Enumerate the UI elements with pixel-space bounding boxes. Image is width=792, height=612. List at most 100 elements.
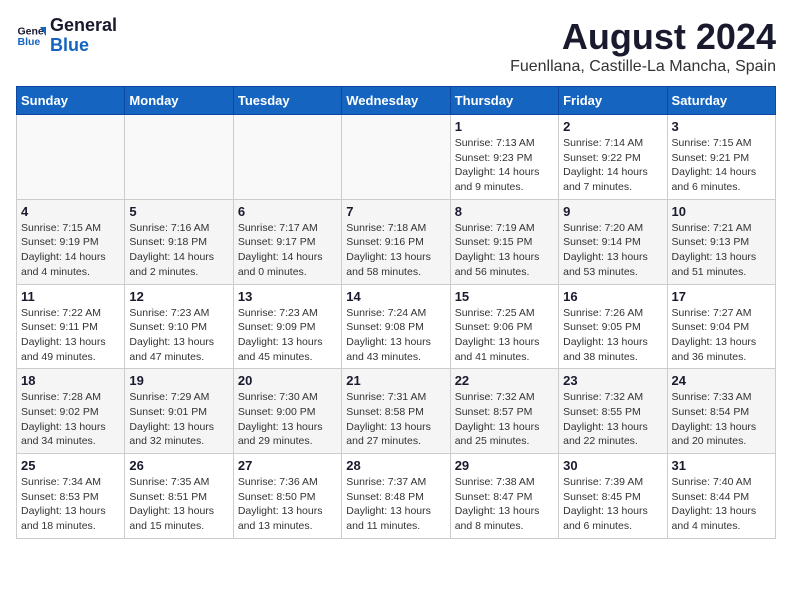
calendar: SundayMondayTuesdayWednesdayThursdayFrid…	[16, 86, 776, 539]
day-info: Sunrise: 7:38 AM Sunset: 8:47 PM Dayligh…	[455, 475, 554, 534]
day-info: Sunrise: 7:28 AM Sunset: 9:02 PM Dayligh…	[21, 390, 120, 449]
day-number: 28	[346, 458, 445, 473]
day-number: 15	[455, 289, 554, 304]
calendar-cell: 9Sunrise: 7:20 AM Sunset: 9:14 PM Daylig…	[559, 199, 667, 284]
calendar-cell	[342, 115, 450, 200]
calendar-cell: 7Sunrise: 7:18 AM Sunset: 9:16 PM Daylig…	[342, 199, 450, 284]
calendar-cell: 6Sunrise: 7:17 AM Sunset: 9:17 PM Daylig…	[233, 199, 341, 284]
day-info: Sunrise: 7:31 AM Sunset: 8:58 PM Dayligh…	[346, 390, 445, 449]
day-info: Sunrise: 7:19 AM Sunset: 9:15 PM Dayligh…	[455, 221, 554, 280]
month-year: August 2024	[510, 16, 776, 58]
day-number: 2	[563, 119, 662, 134]
calendar-cell: 21 Sunrise: 7:31 AM Sunset: 8:58 PM Dayli…	[342, 369, 450, 454]
logo: General Blue General Blue	[16, 16, 117, 56]
calendar-cell: 2 Sunrise: 7:14 AM Sunset: 9:22 PM Daylig…	[559, 115, 667, 200]
calendar-week-4: 18Sunrise: 7:28 AM Sunset: 9:02 PM Dayli…	[17, 369, 776, 454]
location: Fuenllana, Castille-La Mancha, Spain	[510, 58, 776, 76]
day-number: 17	[672, 289, 771, 304]
day-number: 12	[129, 289, 228, 304]
calendar-cell: 28 Sunrise: 7:37 AM Sunset: 8:48 PM Dayli…	[342, 454, 450, 539]
day-info: Sunrise: 7:29 AM Sunset: 9:01 PM Dayligh…	[129, 390, 228, 449]
calendar-cell: 11 Sunrise: 7:22 AM Sunset: 9:11 PM Dayli…	[17, 284, 125, 369]
day-of-week-sunday: Sunday	[17, 87, 125, 115]
calendar-cell: 24 Sunrise: 7:33 AM Sunset: 8:54 PM Dayli…	[667, 369, 775, 454]
day-number: 29	[455, 458, 554, 473]
day-number: 19	[129, 373, 228, 388]
calendar-header-row: SundayMondayTuesdayWednesdayThursdayFrid…	[17, 87, 776, 115]
calendar-week-5: 25Sunrise: 7:34 AM Sunset: 8:53 PM Dayli…	[17, 454, 776, 539]
day-number: 8	[455, 204, 554, 219]
day-info: Sunrise: 7:40 AM Sunset: 8:44 PM Dayligh…	[672, 475, 771, 534]
logo-general: General	[50, 16, 117, 36]
day-number: 6	[238, 204, 337, 219]
logo-icon: General Blue	[16, 21, 46, 51]
day-number: 13	[238, 289, 337, 304]
day-number: 1	[455, 119, 554, 134]
day-info: Sunrise: 7:14 AM Sunset: 9:22 PM Dayligh…	[563, 136, 662, 195]
day-of-week-wednesday: Wednesday	[342, 87, 450, 115]
title-section: August 2024 Fuenllana, Castille-La Manch…	[510, 16, 776, 76]
day-info: Sunrise: 7:21 AM Sunset: 9:13 PM Dayligh…	[672, 221, 771, 280]
day-info: Sunrise: 7:39 AM Sunset: 8:45 PM Dayligh…	[563, 475, 662, 534]
calendar-cell	[17, 115, 125, 200]
calendar-cell: 26 Sunrise: 7:35 AM Sunset: 8:51 PM Dayli…	[125, 454, 233, 539]
calendar-cell: 1 Sunrise: 7:13 AM Sunset: 9:23 PM Daylig…	[450, 115, 558, 200]
day-info: Sunrise: 7:23 AM Sunset: 9:10 PM Dayligh…	[129, 306, 228, 365]
calendar-cell: 18Sunrise: 7:28 AM Sunset: 9:02 PM Dayli…	[17, 369, 125, 454]
calendar-cell: 5 Sunrise: 7:16 AM Sunset: 9:18 PM Daylig…	[125, 199, 233, 284]
day-number: 25	[21, 458, 120, 473]
day-info: Sunrise: 7:27 AM Sunset: 9:04 PM Dayligh…	[672, 306, 771, 365]
day-info: Sunrise: 7:26 AM Sunset: 9:05 PM Dayligh…	[563, 306, 662, 365]
calendar-cell: 22Sunrise: 7:32 AM Sunset: 8:57 PM Dayli…	[450, 369, 558, 454]
calendar-week-3: 11 Sunrise: 7:22 AM Sunset: 9:11 PM Dayli…	[17, 284, 776, 369]
day-info: Sunrise: 7:32 AM Sunset: 8:55 PM Dayligh…	[563, 390, 662, 449]
calendar-cell	[125, 115, 233, 200]
svg-text:Blue: Blue	[18, 36, 41, 48]
day-info: Sunrise: 7:15 AM Sunset: 9:19 PM Dayligh…	[21, 221, 120, 280]
day-info: Sunrise: 7:36 AM Sunset: 8:50 PM Dayligh…	[238, 475, 337, 534]
day-info: Sunrise: 7:30 AM Sunset: 9:00 PM Dayligh…	[238, 390, 337, 449]
day-number: 4	[21, 204, 120, 219]
day-of-week-tuesday: Tuesday	[233, 87, 341, 115]
day-of-week-thursday: Thursday	[450, 87, 558, 115]
calendar-cell: 16Sunrise: 7:26 AM Sunset: 9:05 PM Dayli…	[559, 284, 667, 369]
day-number: 14	[346, 289, 445, 304]
day-info: Sunrise: 7:33 AM Sunset: 8:54 PM Dayligh…	[672, 390, 771, 449]
calendar-cell: 3 Sunrise: 7:15 AM Sunset: 9:21 PM Daylig…	[667, 115, 775, 200]
day-info: Sunrise: 7:37 AM Sunset: 8:48 PM Dayligh…	[346, 475, 445, 534]
calendar-cell: 30Sunrise: 7:39 AM Sunset: 8:45 PM Dayli…	[559, 454, 667, 539]
day-number: 27	[238, 458, 337, 473]
calendar-cell: 20 Sunrise: 7:30 AM Sunset: 9:00 PM Dayli…	[233, 369, 341, 454]
calendar-cell: 14 Sunrise: 7:24 AM Sunset: 9:08 PM Dayli…	[342, 284, 450, 369]
day-info: Sunrise: 7:16 AM Sunset: 9:18 PM Dayligh…	[129, 221, 228, 280]
calendar-cell: 25Sunrise: 7:34 AM Sunset: 8:53 PM Dayli…	[17, 454, 125, 539]
day-number: 11	[21, 289, 120, 304]
day-number: 24	[672, 373, 771, 388]
day-number: 21	[346, 373, 445, 388]
calendar-cell: 12 Sunrise: 7:23 AM Sunset: 9:10 PM Dayli…	[125, 284, 233, 369]
day-number: 22	[455, 373, 554, 388]
day-number: 5	[129, 204, 228, 219]
day-of-week-saturday: Saturday	[667, 87, 775, 115]
day-info: Sunrise: 7:24 AM Sunset: 9:08 PM Dayligh…	[346, 306, 445, 365]
day-info: Sunrise: 7:23 AM Sunset: 9:09 PM Dayligh…	[238, 306, 337, 365]
header: General Blue General Blue August 2024 Fu…	[16, 16, 776, 76]
day-number: 20	[238, 373, 337, 388]
day-number: 26	[129, 458, 228, 473]
calendar-cell: 13 Sunrise: 7:23 AM Sunset: 9:09 PM Dayli…	[233, 284, 341, 369]
day-info: Sunrise: 7:15 AM Sunset: 9:21 PM Dayligh…	[672, 136, 771, 195]
calendar-cell: 27 Sunrise: 7:36 AM Sunset: 8:50 PM Dayli…	[233, 454, 341, 539]
logo-blue: Blue	[50, 36, 117, 56]
day-info: Sunrise: 7:13 AM Sunset: 9:23 PM Dayligh…	[455, 136, 554, 195]
day-number: 31	[672, 458, 771, 473]
day-number: 3	[672, 119, 771, 134]
day-number: 23	[563, 373, 662, 388]
day-info: Sunrise: 7:35 AM Sunset: 8:51 PM Dayligh…	[129, 475, 228, 534]
calendar-cell: 29 Sunrise: 7:38 AM Sunset: 8:47 PM Dayli…	[450, 454, 558, 539]
calendar-cell: 23 Sunrise: 7:32 AM Sunset: 8:55 PM Dayli…	[559, 369, 667, 454]
day-info: Sunrise: 7:22 AM Sunset: 9:11 PM Dayligh…	[21, 306, 120, 365]
calendar-cell: 10Sunrise: 7:21 AM Sunset: 9:13 PM Dayli…	[667, 199, 775, 284]
day-info: Sunrise: 7:25 AM Sunset: 9:06 PM Dayligh…	[455, 306, 554, 365]
calendar-cell: 4 Sunrise: 7:15 AM Sunset: 9:19 PM Daylig…	[17, 199, 125, 284]
calendar-cell: 17 Sunrise: 7:27 AM Sunset: 9:04 PM Dayli…	[667, 284, 775, 369]
